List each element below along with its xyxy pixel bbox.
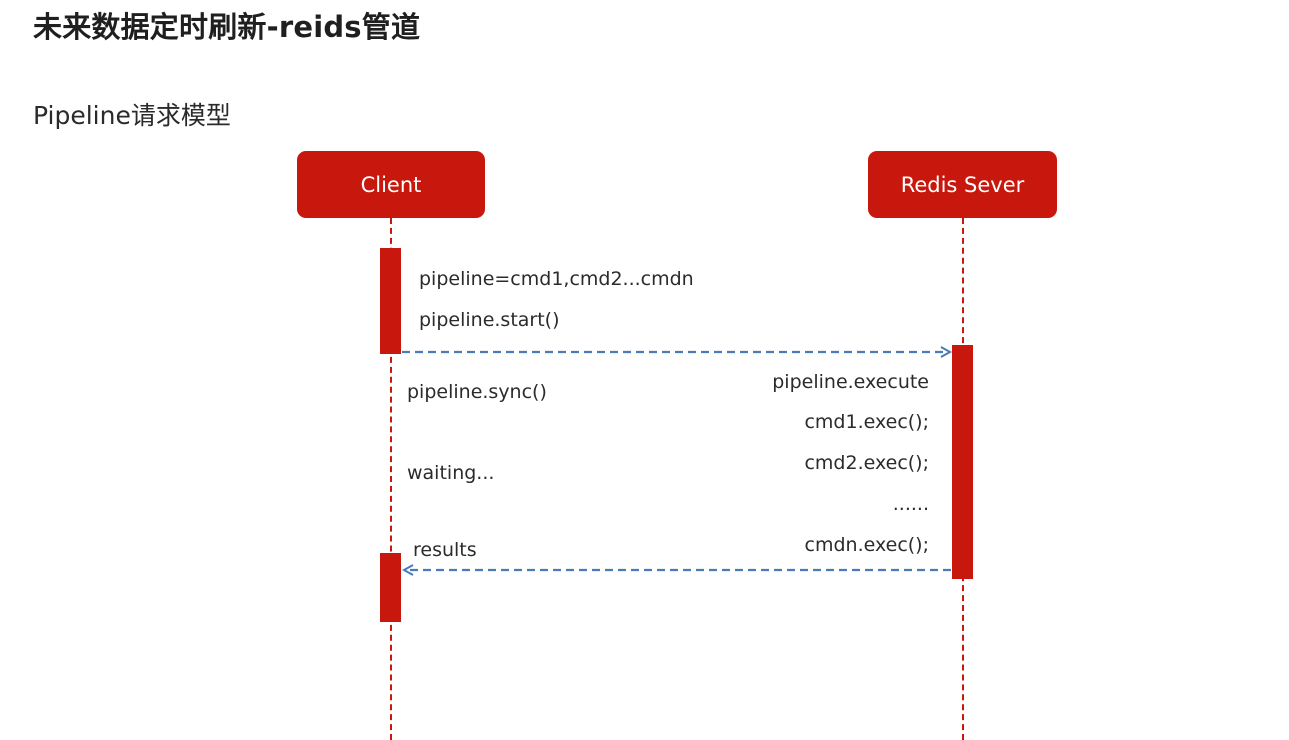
redis-server-activation-bar <box>952 345 973 579</box>
redis-server-actor-box: Redis Sever <box>868 151 1057 218</box>
waiting-note: waiting... <box>407 462 495 484</box>
ellipsis-note: ...... <box>892 493 929 515</box>
client-actor-box: Client <box>297 151 485 218</box>
client-actor-label: Client <box>360 172 422 197</box>
pipeline-start-note: pipeline.start() <box>419 309 560 331</box>
pipeline-definition-note: pipeline=cmd1,cmd2...cmdn <box>419 268 694 290</box>
client-activation-bar-results <box>380 553 401 622</box>
results-message-label: results <box>413 539 477 561</box>
pipeline-execute-note: pipeline.execute <box>772 371 929 393</box>
client-activation-bar-request <box>380 248 401 354</box>
cmdn-exec-note: cmdn.exec(); <box>804 534 929 556</box>
cmd1-exec-note: cmd1.exec(); <box>804 411 929 433</box>
slide-title: 未来数据定时刷新-reids管道 <box>33 10 421 44</box>
pipeline-sync-note: pipeline.sync() <box>407 381 547 403</box>
cmd2-exec-note: cmd2.exec(); <box>804 452 929 474</box>
diagram-subtitle: Pipeline请求模型 <box>33 101 231 130</box>
redis-server-actor-label: Redis Sever <box>900 172 1025 197</box>
